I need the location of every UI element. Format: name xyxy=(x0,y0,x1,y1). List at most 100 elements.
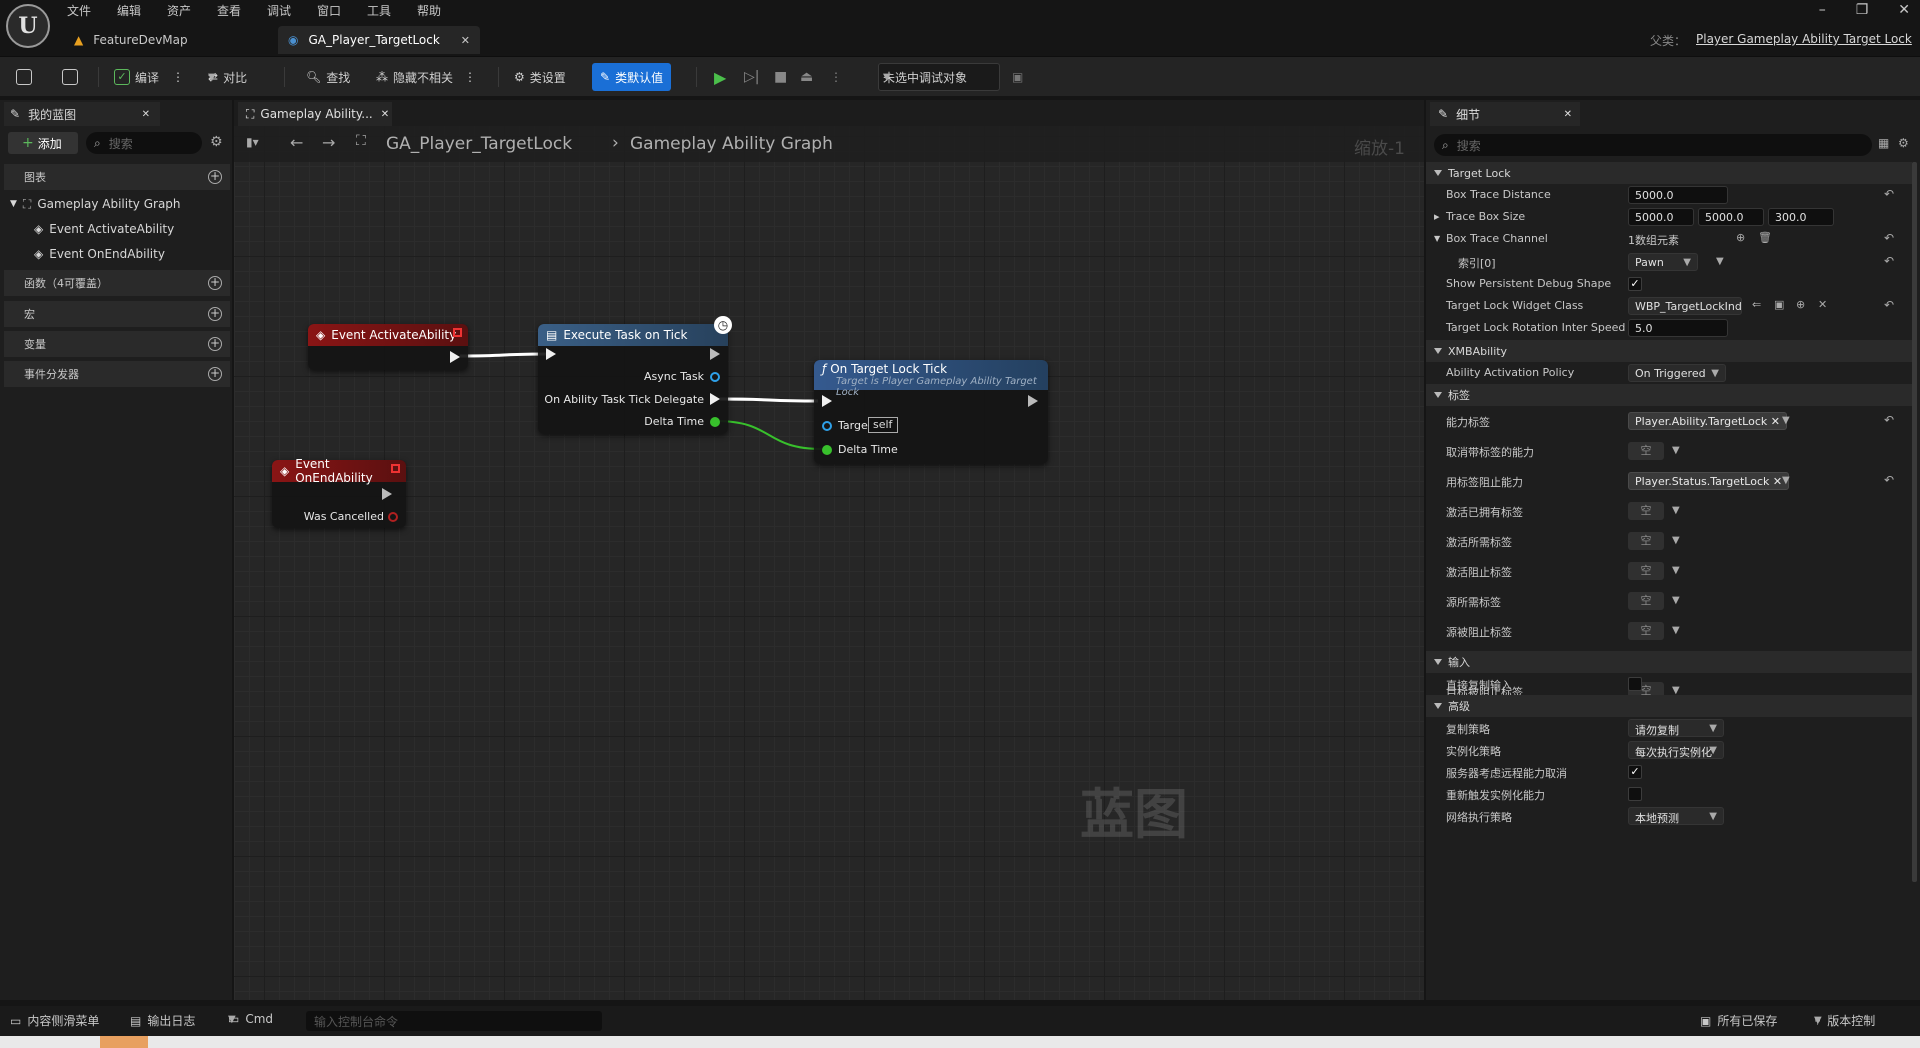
play-button[interactable]: ▶ xyxy=(710,63,730,91)
reset-icon[interactable]: ↶ xyxy=(1884,473,1894,487)
class-settings-button[interactable]: ⚙ 类设置 xyxy=(510,63,570,91)
trace-box-z-field[interactable]: 300.0 xyxy=(1768,208,1834,226)
empty-tag-container[interactable]: 空 xyxy=(1628,592,1664,610)
tab-details[interactable]: ✎ 细节 ✕ xyxy=(1430,102,1580,126)
find-button[interactable]: 🔍︎ 查找 xyxy=(302,63,354,91)
stop-button[interactable]: ■ xyxy=(770,63,791,91)
browse-icon[interactable]: ▣ xyxy=(1774,298,1784,311)
parent-class-link[interactable]: Player Gameplay Ability Target Lock xyxy=(1696,32,1912,46)
browse-button[interactable] xyxy=(58,63,82,91)
category-tags[interactable]: 标签 xyxy=(1426,384,1912,406)
grid-view-icon[interactable]: ▦ xyxy=(1878,136,1889,150)
empty-tag-container[interactable]: 空 xyxy=(1628,442,1664,460)
tree-item-graph[interactable]: ▼ ⛶ Gameplay Ability Graph xyxy=(10,194,181,214)
exec-in-pin[interactable] xyxy=(546,348,556,360)
menu-edit[interactable]: 编辑 xyxy=(117,2,141,22)
tree-item-event-activate[interactable]: ◈ Event ActivateAbility xyxy=(34,219,174,239)
category-target-lock[interactable]: Target Lock xyxy=(1426,162,1912,184)
menu-asset[interactable]: 资产 xyxy=(167,2,191,22)
content-drawer-button[interactable]: ▭ 内容侧滑菜单 xyxy=(10,1012,99,1029)
gameplay-tag-chip[interactable]: Player.Ability.TargetLock ✕ xyxy=(1628,412,1787,430)
minimize-icon[interactable]: – xyxy=(1819,2,1826,18)
chevron-down-icon[interactable]: ▼ xyxy=(1672,565,1680,576)
reset-icon[interactable]: ↶ xyxy=(1884,231,1894,245)
box-trace-distance-field[interactable]: 5000.0 xyxy=(1628,186,1728,204)
chevron-down-icon[interactable]: ▼ xyxy=(1672,445,1680,456)
direct-input-checkbox[interactable] xyxy=(1628,677,1642,691)
widget-class-select[interactable]: WBP_TargetLockIndic xyxy=(1628,297,1742,315)
object-pin-icon[interactable] xyxy=(710,372,720,382)
add-element-icon[interactable]: ⊕ xyxy=(1736,231,1745,244)
chevron-down-icon[interactable]: ▼ xyxy=(1782,475,1790,486)
cmd-select[interactable]: ▭ Cmd ▼ xyxy=(228,1012,273,1026)
empty-tag-container[interactable]: 空 xyxy=(1628,502,1664,520)
tab-ga-player-targetlock[interactable]: ◉ GA_Player_TargetLock ✕ xyxy=(278,26,480,54)
remove-tag-icon[interactable]: ✕ xyxy=(1767,415,1780,428)
save-all-button[interactable]: ▣ 所有已保存 xyxy=(1700,1012,1777,1029)
close-icon[interactable]: ✕ xyxy=(142,109,150,120)
maximize-icon[interactable]: ❐ xyxy=(1856,2,1869,18)
blueprint-search-input[interactable]: ⌕ 搜索 xyxy=(86,132,202,154)
output-log-button[interactable]: ▤ 输出日志 xyxy=(130,1012,195,1029)
debug-shape-checkbox[interactable]: ✓ xyxy=(1628,277,1642,291)
clear-icon[interactable]: ✕ xyxy=(1818,298,1827,311)
debug-browse-button[interactable]: ▣ xyxy=(1008,63,1027,91)
details-search-input[interactable]: ⌕ 搜索 xyxy=(1434,134,1872,156)
settings-gear-icon[interactable]: ⚙ xyxy=(210,134,223,150)
tab-my-blueprint[interactable]: ✎ 我的蓝图 ✕ xyxy=(4,102,160,126)
channel-select[interactable]: Pawn ▼ xyxy=(1628,253,1698,271)
rotation-speed-field[interactable]: 5.0 xyxy=(1628,319,1728,337)
add-macro-icon[interactable]: + xyxy=(208,307,222,321)
add-button[interactable]: + 添加 xyxy=(8,132,78,154)
bool-pin-icon[interactable] xyxy=(388,512,398,522)
category-input[interactable]: 输入 xyxy=(1426,651,1912,673)
chevron-down-icon[interactable]: ▼ xyxy=(1672,595,1680,606)
play-options-button[interactable]: ⋮ xyxy=(826,63,846,91)
menu-help[interactable]: 帮助 xyxy=(417,2,441,22)
close-icon[interactable]: ✕ xyxy=(1564,109,1572,120)
category-advanced[interactable]: 高级 xyxy=(1426,695,1912,717)
chevron-down-icon[interactable]: ▼ xyxy=(1672,625,1680,636)
menu-window[interactable]: 窗口 xyxy=(317,2,341,22)
trace-box-x-field[interactable]: 5000.0 xyxy=(1628,208,1694,226)
float-pin-icon[interactable] xyxy=(710,417,720,427)
node-event-end[interactable]: ◈ Event OnEndAbility Was Cancelled xyxy=(272,457,406,528)
empty-tag-container[interactable]: 空 xyxy=(1628,532,1664,550)
class-defaults-button[interactable]: ✎ 类默认值 xyxy=(592,63,672,91)
net-exec-select[interactable]: 本地预测 ▼ xyxy=(1628,807,1724,825)
chevron-down-icon[interactable]: ▼ xyxy=(1672,505,1680,516)
delete-icon[interactable]: 🗑︎ xyxy=(1758,231,1772,244)
close-icon[interactable]: ✕ xyxy=(461,34,470,47)
exec-in-pin[interactable] xyxy=(822,395,832,407)
add-icon[interactable]: ⊕ xyxy=(1796,298,1805,311)
section-graphs[interactable]: 图表 + xyxy=(4,164,230,190)
use-selected-icon[interactable]: ⇐ xyxy=(1752,298,1761,311)
delegate-exec-pin[interactable] xyxy=(710,393,720,405)
add-dispatcher-icon[interactable]: + xyxy=(208,367,222,381)
chevron-down-icon[interactable]: ▼ xyxy=(1716,256,1724,267)
node-execute-task-on-tick[interactable]: ▤ Execute Task on Tick ◷ Async Task On Ab… xyxy=(538,316,732,434)
trace-box-y-field[interactable]: 5000.0 xyxy=(1698,208,1764,226)
debug-object-select[interactable]: 未选中调试对象 ▼ xyxy=(878,63,1000,91)
empty-tag-container[interactable]: 空 xyxy=(1628,562,1664,580)
settings-gear-icon[interactable]: ⚙ xyxy=(1898,136,1909,150)
exec-out-pin[interactable] xyxy=(710,348,720,360)
add-function-icon[interactable]: + xyxy=(208,276,222,290)
object-pin-icon[interactable] xyxy=(822,421,832,431)
chevron-down-icon[interactable]: ▼ xyxy=(1782,415,1790,426)
details-scrollbar[interactable] xyxy=(1912,162,1917,882)
delegate-pin-icon[interactable] xyxy=(391,464,400,473)
retrigger-checkbox[interactable] xyxy=(1628,787,1642,801)
section-variables[interactable]: 变量 + xyxy=(4,331,230,357)
reset-icon[interactable]: ↶ xyxy=(1884,254,1894,268)
tree-item-event-end[interactable]: ◈ Event OnEndAbility xyxy=(34,244,165,264)
close-window-icon[interactable]: ✕ xyxy=(1898,2,1910,18)
exec-out-pin[interactable] xyxy=(382,488,392,500)
menu-view[interactable]: 查看 xyxy=(217,2,241,22)
reset-icon[interactable]: ↶ xyxy=(1884,298,1894,312)
instancing-select[interactable]: 每次执行实例化 ▼ xyxy=(1628,741,1724,759)
menu-tools[interactable]: 工具 xyxy=(367,2,391,22)
section-functions[interactable]: 函数（4可覆盖） + xyxy=(4,270,230,296)
chevron-down-icon[interactable]: ▼ xyxy=(1672,535,1680,546)
console-input[interactable]: 输入控制台命令 xyxy=(306,1011,602,1031)
